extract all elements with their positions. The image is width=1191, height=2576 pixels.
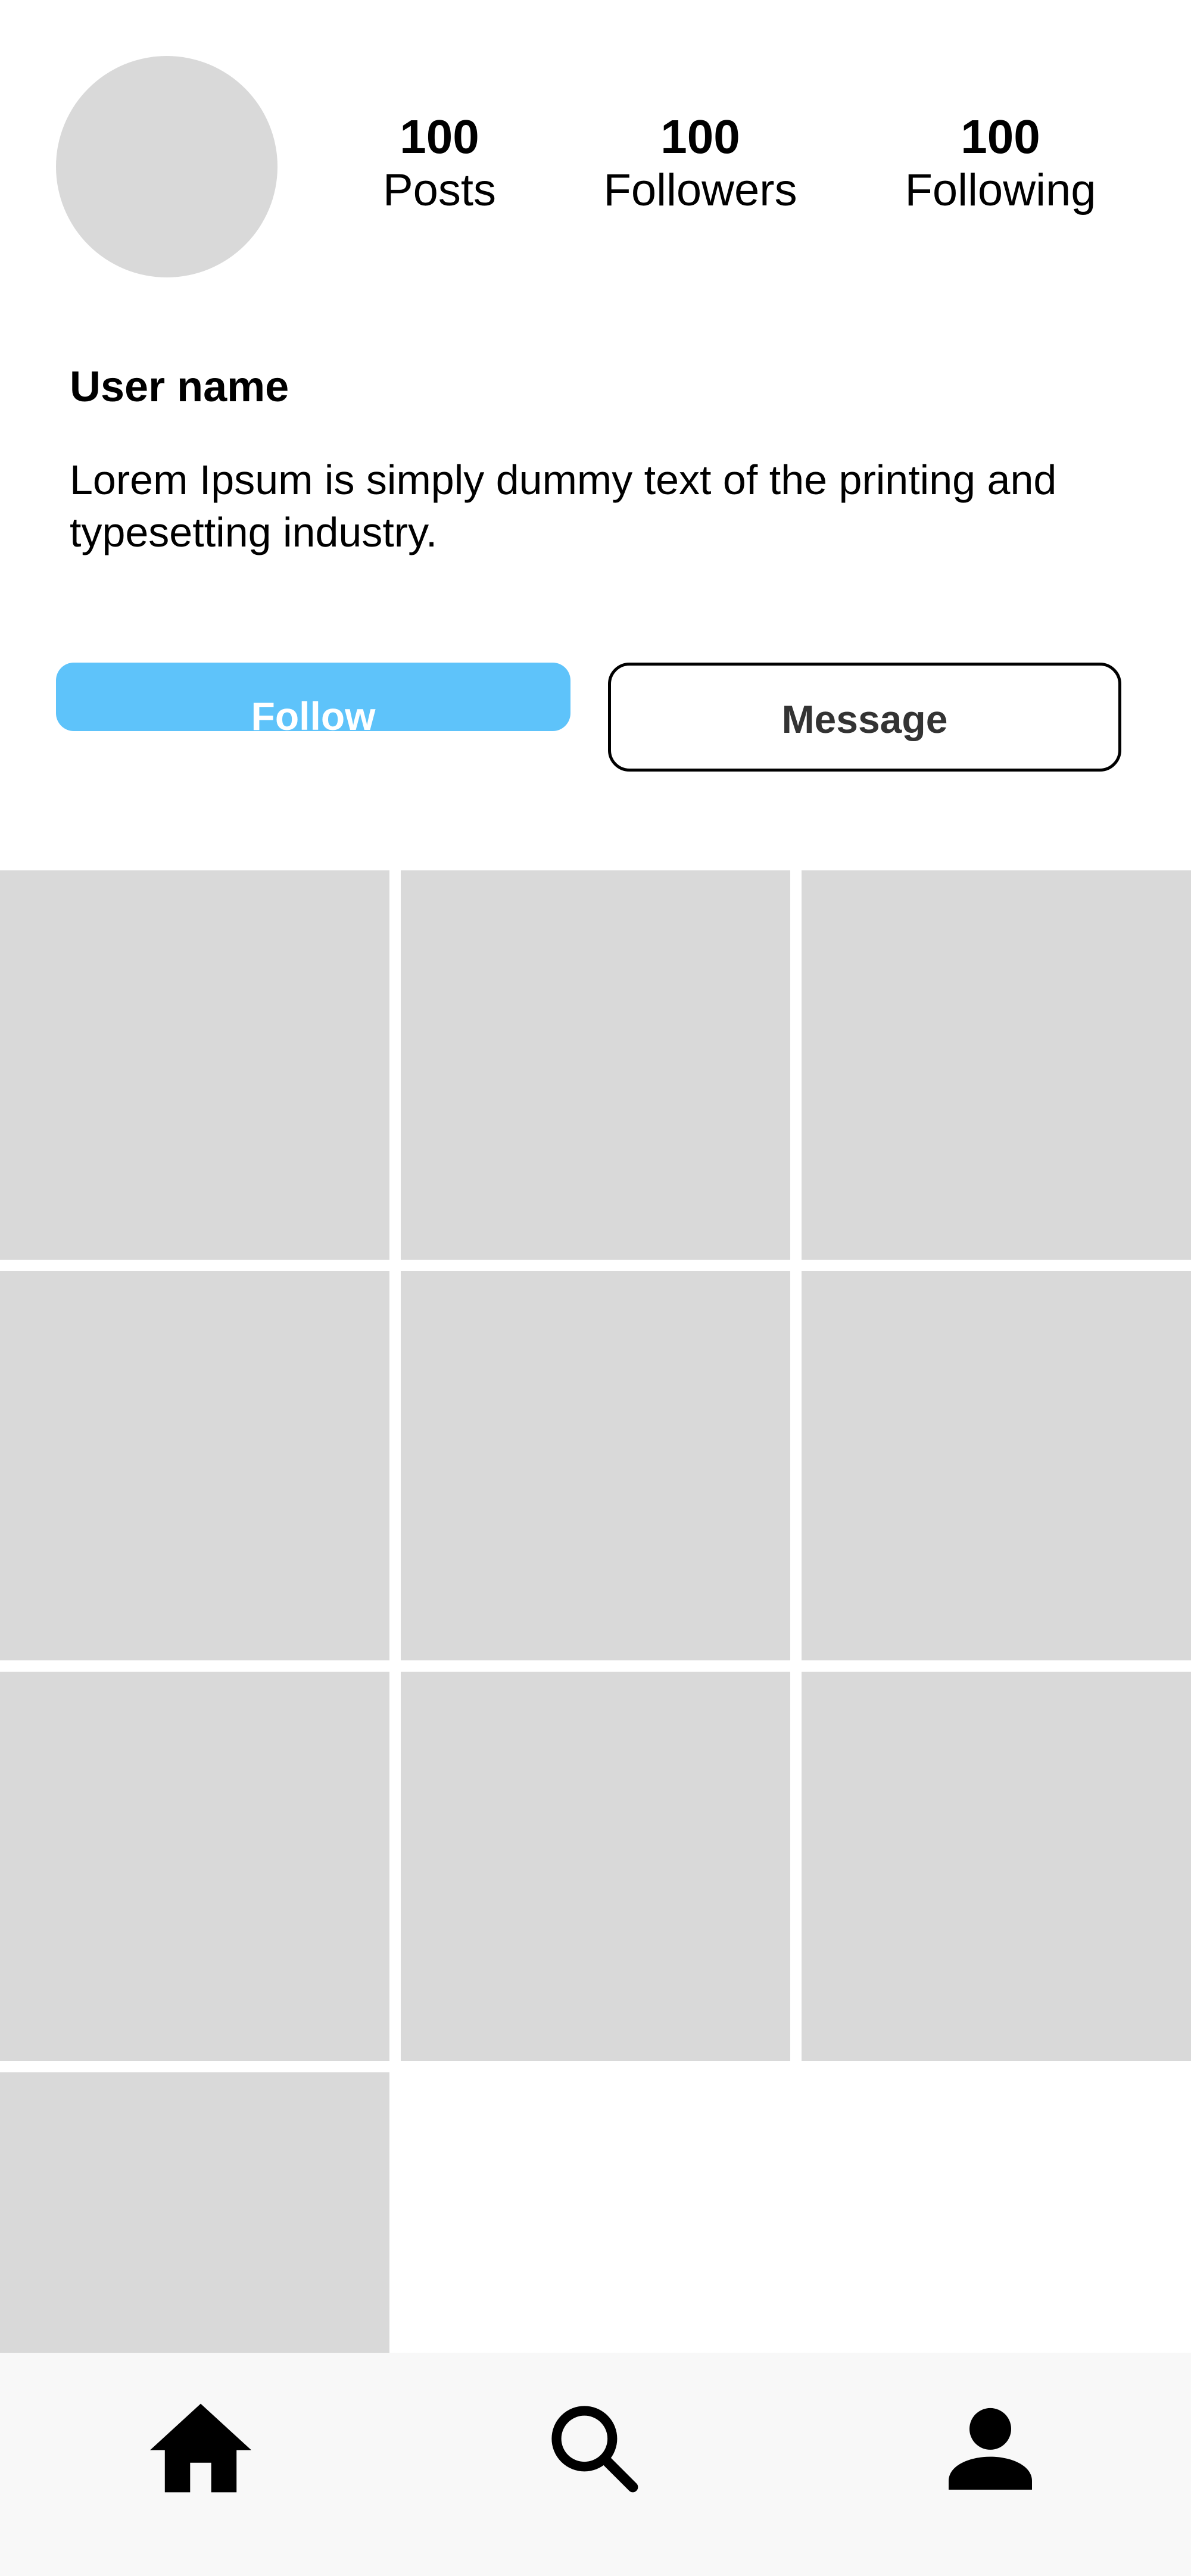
home-icon — [150, 2403, 251, 2493]
post-thumbnail[interactable] — [0, 870, 389, 1260]
stat-following[interactable]: 100 Following — [893, 110, 1108, 217]
post-thumbnail[interactable] — [802, 870, 1191, 1260]
followers-label: Followers — [603, 165, 797, 216]
bio: Lorem Ipsum is simply dummy text of the … — [70, 457, 1057, 555]
post-thumbnail[interactable] — [401, 870, 790, 1260]
person-icon — [949, 2408, 1032, 2490]
nav-search-button[interactable] — [534, 2388, 653, 2508]
nav-profile-button[interactable] — [931, 2388, 1050, 2508]
nav-home-button[interactable] — [141, 2388, 260, 2508]
message-button[interactable]: Message — [608, 663, 1121, 772]
posts-count: 100 — [400, 110, 479, 163]
stat-posts[interactable]: 100 Posts — [332, 110, 547, 217]
post-thumbnail[interactable] — [802, 1271, 1191, 1660]
followers-count: 100 — [660, 110, 740, 163]
post-thumbnail[interactable] — [802, 1672, 1191, 2061]
post-thumbnail[interactable] — [401, 1271, 790, 1660]
post-thumbnail[interactable] — [0, 1672, 389, 2061]
username: User name — [70, 363, 289, 411]
stat-followers[interactable]: 100 Followers — [593, 110, 807, 217]
post-thumbnail[interactable] — [401, 1672, 790, 2061]
post-thumbnail[interactable] — [0, 1271, 389, 1660]
bottom-nav — [0, 2353, 1191, 2576]
post-thumbnail[interactable] — [0, 2072, 389, 2364]
following-count: 100 — [961, 110, 1040, 163]
avatar[interactable] — [56, 56, 278, 277]
follow-button[interactable]: Follow — [56, 663, 570, 731]
following-label: Following — [905, 165, 1096, 216]
posts-label: Posts — [382, 165, 497, 216]
search-icon — [551, 2406, 638, 2493]
